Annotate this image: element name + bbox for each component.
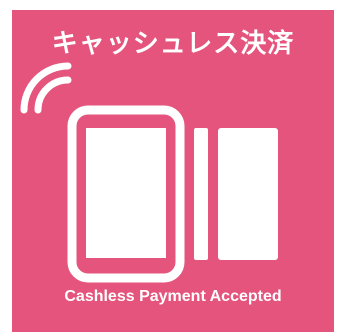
smartphone-icon: [67, 105, 185, 283]
wireless-signal-icon: [20, 62, 72, 114]
cashless-payment-sign: キャッシュレス決済 Cashless Payment Accepted: [12, 10, 334, 332]
payment-illustration: [20, 62, 278, 283]
payment-card-icon: [194, 128, 278, 260]
sign-caption-english: Cashless Payment Accepted: [64, 288, 282, 305]
